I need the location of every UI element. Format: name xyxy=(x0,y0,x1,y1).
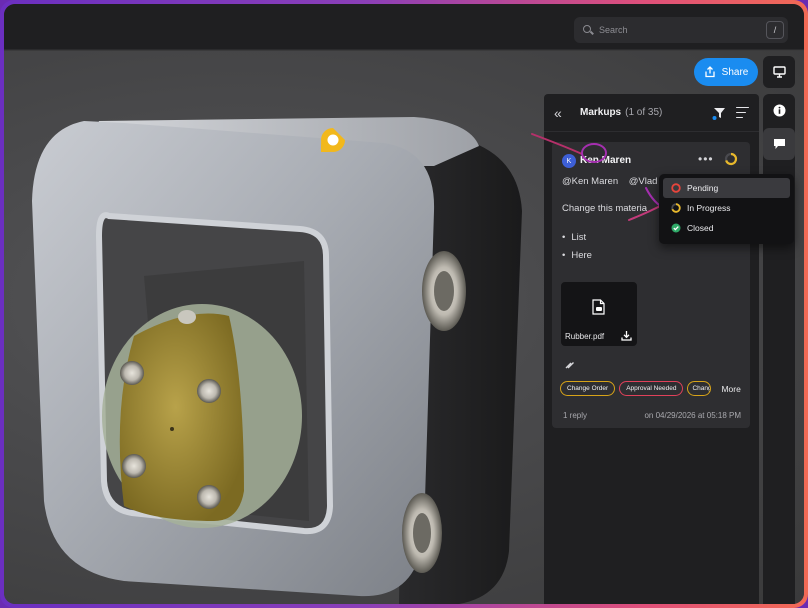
sort-icon[interactable] xyxy=(736,106,749,119)
status-option-label: Closed xyxy=(687,223,714,233)
status-option-label: In Progress xyxy=(687,203,731,213)
status-dropdown: Pending In Progress Closed xyxy=(659,174,794,244)
attachment-name: Rubber.pdf xyxy=(565,332,605,341)
attachment-tile[interactable]: Rubber.pdf xyxy=(561,282,637,346)
comment-date: on 04/29/2026 at 05:18 PM xyxy=(644,411,741,420)
tag-chip[interactable]: Approval Needed xyxy=(619,381,684,396)
info-button[interactable] xyxy=(763,94,795,126)
display-mode-button[interactable] xyxy=(763,56,795,88)
status-option-in-progress[interactable]: In Progress xyxy=(663,198,790,218)
markups-title: Markups xyxy=(580,107,622,118)
more-options-icon[interactable]: ••• xyxy=(698,152,714,166)
share-label: Share xyxy=(721,66,749,78)
in-progress-status-icon[interactable] xyxy=(724,152,738,166)
reply-count[interactable]: 1 reply xyxy=(563,411,587,420)
shortcut-key-hint: / xyxy=(766,21,784,39)
tag-chips: Change Order Approval Needed Change More xyxy=(560,381,741,396)
window-frame: / xyxy=(0,0,808,608)
monitor-icon xyxy=(772,66,786,78)
avatar: K xyxy=(562,154,576,168)
status-option-pending[interactable]: Pending xyxy=(663,178,790,198)
status-option-label: Pending xyxy=(687,183,719,193)
info-icon xyxy=(773,104,785,116)
tag-icon[interactable] xyxy=(564,358,576,370)
comments-button[interactable] xyxy=(763,128,795,160)
filter-icon[interactable] xyxy=(712,106,726,120)
list-item: List xyxy=(562,232,592,243)
comment-author: Ken Maren xyxy=(580,155,632,166)
share-icon xyxy=(705,66,715,78)
pdf-file-icon xyxy=(592,299,605,315)
status-option-closed[interactable]: Closed xyxy=(663,218,790,238)
comment-bullet-list: List Here xyxy=(562,232,592,268)
comment-text: Change this materia xyxy=(562,203,648,214)
more-tags-link[interactable]: More xyxy=(721,384,740,394)
download-icon[interactable] xyxy=(621,330,632,341)
mention[interactable]: @Ken Maren xyxy=(562,176,618,187)
share-button[interactable]: Share xyxy=(694,58,758,86)
markups-panel-header: « Markups (1 of 35) xyxy=(544,94,759,132)
search-box[interactable]: / xyxy=(574,17,788,43)
tag-chip[interactable]: Change Order xyxy=(560,381,616,396)
right-tool-strip xyxy=(763,94,795,604)
markups-panel: « Markups (1 of 35) K Ken Maren ••• @Ken… xyxy=(544,94,759,604)
mentions: @Ken Maren @Vlad P xyxy=(562,176,666,187)
tag-chip[interactable]: Change xyxy=(687,381,712,396)
top-bar: / xyxy=(4,4,804,50)
pending-status-icon xyxy=(671,183,681,193)
search-icon xyxy=(583,25,593,35)
closed-check-icon xyxy=(671,223,681,233)
comment-pin-icon[interactable] xyxy=(320,127,346,153)
app-window: / xyxy=(4,4,804,604)
search-input[interactable] xyxy=(599,25,749,35)
markups-count: (1 of 35) xyxy=(625,107,663,118)
comment-icon xyxy=(773,139,785,149)
in-progress-status-icon xyxy=(671,203,681,213)
list-item: Here xyxy=(562,250,592,261)
collapse-chevrons-icon[interactable]: « xyxy=(554,105,572,121)
